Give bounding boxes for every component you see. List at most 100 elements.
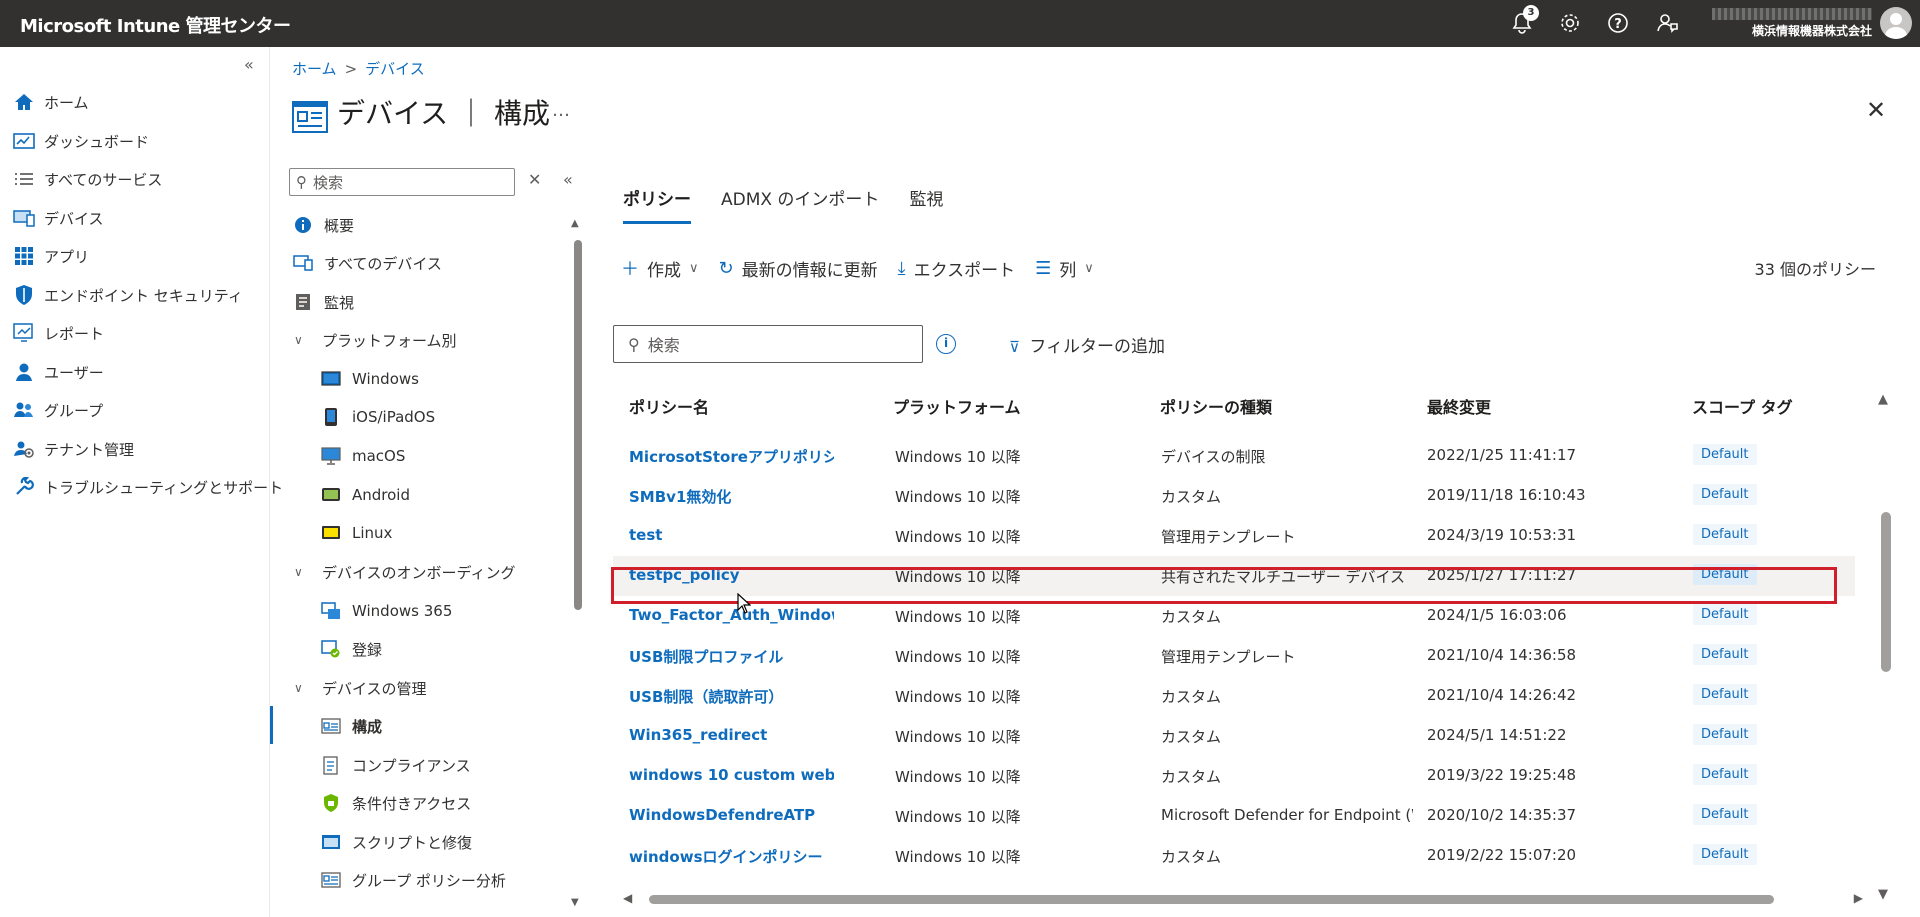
tab-monitor[interactable]: 監視 xyxy=(909,185,943,224)
table-row-selected[interactable]: testpc_policy Windows 10 以降 共有されたマルチユーザー… xyxy=(613,556,1855,596)
scroll-up-icon[interactable]: ▲ xyxy=(571,218,579,229)
table-row[interactable]: test Windows 10 以降 管理用テンプレート 2024/3/19 1… xyxy=(613,516,1855,556)
scroll-down-icon[interactable]: ▼ xyxy=(1878,887,1888,902)
policy-name-link[interactable]: MicrosotStoreアプリポリシー xyxy=(629,446,834,467)
subnav-search-input[interactable]: ⚲ 検索 xyxy=(289,168,515,196)
close-icon[interactable]: ✕ xyxy=(1866,96,1886,124)
column-header-platform[interactable]: プラットフォーム xyxy=(893,394,1021,418)
column-header-policy-name[interactable]: ポリシー名 xyxy=(629,394,709,418)
policy-name-link[interactable]: test xyxy=(629,526,834,544)
collapse-subnav-icon[interactable]: « xyxy=(563,170,573,189)
export-button[interactable]: ⤓ エクスポート xyxy=(898,256,1015,281)
enroll-icon xyxy=(320,639,342,659)
policy-name-link[interactable]: USB制限プロファイル xyxy=(629,646,834,667)
subnav-item-android[interactable]: Android xyxy=(320,480,410,510)
policy-name-link[interactable]: SMBv1無効化 xyxy=(629,486,834,507)
table-row[interactable]: SMBv1無効化 Windows 10 以降 カスタム 2019/11/18 1… xyxy=(613,476,1855,516)
nav-item-groups[interactable]: グループ xyxy=(12,395,103,425)
refresh-button[interactable]: ↻ 最新の情報に更新 xyxy=(719,256,878,281)
subnav-item-all-devices[interactable]: すべてのデバイス xyxy=(292,248,442,278)
nav-item-dashboard[interactable]: ダッシュボード xyxy=(12,126,149,156)
breadcrumb-devices-link[interactable]: デバイス xyxy=(365,60,425,78)
subnav-item-configuration[interactable]: 構成 xyxy=(320,711,382,741)
subnav-item-overview[interactable]: 概要 xyxy=(292,210,354,240)
table-row[interactable]: Two_Factor_Auth_Windows Windows 10 以降 カス… xyxy=(613,596,1855,636)
info-icon[interactable]: i xyxy=(936,334,956,354)
notifications-bell-icon[interactable]: 3 xyxy=(1509,5,1539,36)
clear-search-icon[interactable]: ✕ xyxy=(528,170,541,189)
column-header-last-modified[interactable]: 最終変更 xyxy=(1427,394,1491,418)
windows-device-icon xyxy=(320,369,342,389)
table-row[interactable]: WindowsDefendreATP Windows 10 以降 Microso… xyxy=(613,796,1855,836)
platform-cell: Windows 10 以降 xyxy=(895,448,1021,466)
tab-policies[interactable]: ポリシー xyxy=(623,185,691,224)
table-vertical-scrollbar[interactable]: ▲ ▼ xyxy=(1874,392,1896,902)
table-row[interactable]: windowsログインポリシー Windows 10 以降 カスタム 2019/… xyxy=(613,836,1855,876)
nav-item-apps[interactable]: アプリ xyxy=(12,241,89,271)
devices-icon xyxy=(12,207,36,229)
breadcrumb-separator-icon: > xyxy=(344,60,358,78)
subnav-group-by-platform[interactable]: ∨ プラットフォーム別 xyxy=(294,325,457,355)
columns-button[interactable]: ☰ 列 ∨ xyxy=(1035,256,1094,281)
table-row[interactable]: USB制限（読取許可） Windows 10 以降 カスタム 2021/10/4… xyxy=(613,676,1855,716)
subnav-item-compliance[interactable]: コンプライアンス xyxy=(320,750,471,780)
scrollbar-thumb[interactable] xyxy=(574,240,582,610)
nav-item-all-services[interactable]: すべてのサービス xyxy=(12,164,162,194)
subnav-item-macos[interactable]: macOS xyxy=(320,441,405,471)
subnav-item-scripts[interactable]: スクリプトと修復 xyxy=(320,827,472,857)
subnav-item-group-policy-analytics[interactable]: グループ ポリシー分析 xyxy=(320,865,506,895)
nav-item-troubleshooting[interactable]: トラブルシューティングとサポート xyxy=(12,472,283,502)
column-header-policy-type[interactable]: ポリシーの種類 xyxy=(1160,394,1272,418)
platform-cell: Windows 10 以降 xyxy=(895,568,1021,586)
feedback-icon[interactable] xyxy=(1654,10,1680,36)
table-row[interactable]: windows 10 custom web sign in pro Window… xyxy=(613,756,1855,796)
subnav-item-windows-365[interactable]: Windows 365 xyxy=(320,596,452,626)
subnav-item-enrollment[interactable]: 登録 xyxy=(320,634,382,664)
more-options-icon[interactable]: … xyxy=(552,100,570,121)
nav-item-label: アプリ xyxy=(44,247,90,266)
nav-item-reports[interactable]: レポート xyxy=(12,318,104,348)
column-header-scope-tags[interactable]: スコープ タグ xyxy=(1692,394,1793,418)
policy-name-link[interactable]: windows 10 custom web sign in pro xyxy=(629,766,834,784)
avatar[interactable] xyxy=(1880,7,1912,39)
nav-item-endpoint-security[interactable]: エンドポイント セキュリティ xyxy=(12,280,243,310)
nav-item-home[interactable]: ホーム xyxy=(12,87,89,117)
subnav-item-conditional-access[interactable]: 条件付きアクセス xyxy=(320,788,471,818)
table-row[interactable]: MicrosotStoreアプリポリシー Windows 10 以降 デバイスの… xyxy=(613,436,1855,476)
policy-name-link[interactable]: windowsログインポリシー xyxy=(629,846,834,867)
nav-item-devices[interactable]: デバイス xyxy=(12,203,104,233)
help-icon[interactable]: ? xyxy=(1605,10,1631,36)
breadcrumb-home-link[interactable]: ホーム xyxy=(292,60,337,78)
subnav-item-windows[interactable]: Windows xyxy=(320,364,419,394)
scroll-left-icon[interactable]: ◀ xyxy=(623,891,632,905)
policy-name-link[interactable]: Win365_redirect xyxy=(629,726,834,744)
scrollbar-thumb[interactable] xyxy=(649,895,1774,904)
policy-name-link[interactable]: USB制限（読取許可） xyxy=(629,686,834,707)
table-row[interactable]: USB制限プロファイル Windows 10 以降 管理用テンプレート 2021… xyxy=(613,636,1855,676)
scroll-down-icon[interactable]: ▼ xyxy=(571,897,579,908)
tab-admx-import[interactable]: ADMX のインポート xyxy=(721,185,879,224)
policy-name-link[interactable]: Two_Factor_Auth_Windows xyxy=(629,606,834,624)
add-filter-button[interactable]: ⊽ フィルターの追加 xyxy=(1009,332,1165,357)
policy-search-input[interactable]: ⚲ 検索 xyxy=(613,325,923,363)
subnav-scrollbar[interactable]: ▲ ▼ xyxy=(571,218,583,908)
table-row[interactable]: Win365_redirect Windows 10 以降 カスタム 2024/… xyxy=(613,716,1855,756)
scroll-up-icon[interactable]: ▲ xyxy=(1878,392,1888,407)
collapse-nav-icon[interactable]: « xyxy=(244,55,254,74)
account-info[interactable]: 横浜情報機器株式会社 xyxy=(1712,8,1872,39)
create-button[interactable]: ＋ 作成 ∨ xyxy=(621,255,699,281)
settings-gear-icon[interactable] xyxy=(1557,10,1583,36)
scrollbar-thumb[interactable] xyxy=(1881,512,1891,672)
subnav-item-monitor[interactable]: 監視 xyxy=(292,287,354,317)
table-horizontal-scrollbar[interactable]: ◀ ▶ xyxy=(623,891,1863,907)
subnav-item-ios[interactable]: iOS/iPadOS xyxy=(320,402,435,432)
policy-name-link[interactable]: WindowsDefendreATP xyxy=(629,806,834,824)
subnav-group-onboarding[interactable]: ∨ デバイスのオンボーディング xyxy=(294,557,516,587)
subnav-group-manage-devices[interactable]: ∨ デバイスの管理 xyxy=(294,673,427,703)
subnav-item-linux[interactable]: Linux xyxy=(320,518,392,548)
nav-item-users[interactable]: ユーザー xyxy=(12,357,104,387)
nav-item-tenant-admin[interactable]: テナント管理 xyxy=(12,434,134,464)
app-title[interactable]: Microsoft Intune 管理センター xyxy=(20,12,291,38)
policy-name-link[interactable]: testpc_policy xyxy=(629,566,834,584)
scroll-right-icon[interactable]: ▶ xyxy=(1854,891,1863,905)
